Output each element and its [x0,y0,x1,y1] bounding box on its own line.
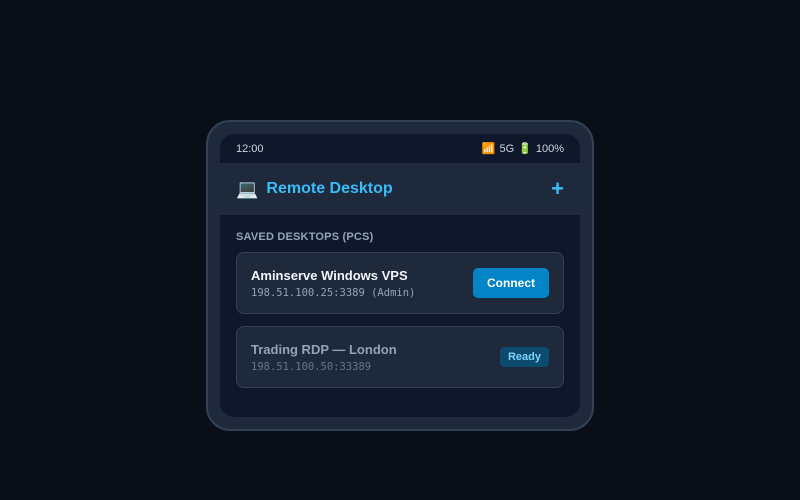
laptop-icon: 💻 [236,179,259,199]
desktop-card-trading[interactable]: Trading RDP — London 198.51.100.50:33389… [236,326,564,388]
desktop-card-info: Trading RDP — London 198.51.100.50:33389 [251,342,397,373]
battery-icon: 🔋 [518,143,532,155]
desktop-address: 198.51.100.50:33389 [251,360,372,373]
app-bar: 💻 Remote Desktop + [220,163,580,215]
add-desktop-button[interactable]: + [551,178,564,200]
status-bar: 12:00 📶 5G 🔋 100% [220,134,580,163]
desktop-card-info: Aminserve Windows VPS 198.51.100.25:3389… [251,268,415,299]
battery-level: 100% [535,142,564,155]
status-indicators: 📶 5G 🔋 100% [481,142,564,156]
network-type: 5G [499,142,515,155]
app-title-group: 💻 Remote Desktop [236,180,393,198]
connect-button[interactable]: Connect [473,268,549,298]
desktop-list-section: SAVED DESKTOPS (PCS) Aminserve Windows V… [220,215,580,388]
status-badge: Ready [499,347,549,367]
device-screen: 12:00 📶 5G 🔋 100% 💻 Remote Desktop + SAV… [220,134,580,417]
desktop-card-aminserve[interactable]: Aminserve Windows VPS 198.51.100.25:3389… [236,252,564,314]
desktop-name: Trading RDP — London [251,341,397,357]
desktop-address: 198.51.100.25:3389 (Admin) [251,286,416,299]
section-label: SAVED DESKTOPS (PCS) [236,231,374,243]
tablet-frame: 12:00 📶 5G 🔋 100% 💻 Remote Desktop + SAV… [206,120,594,431]
signal-icon: 📶 [481,143,496,155]
status-time: 12:00 [236,142,264,155]
app-title: Remote Desktop [266,180,393,197]
desktop-name: Aminserve Windows VPS [251,267,408,283]
